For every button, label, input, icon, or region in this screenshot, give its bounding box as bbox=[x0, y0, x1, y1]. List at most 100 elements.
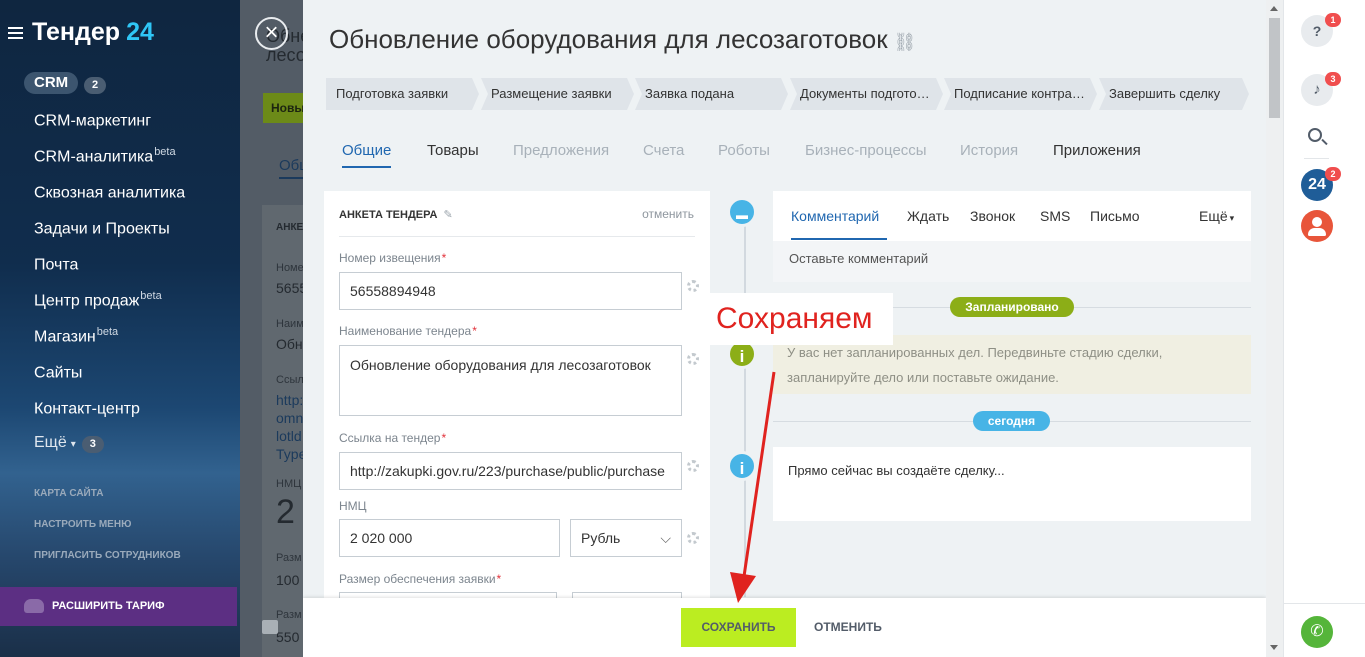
scroll-down-icon[interactable] bbox=[1270, 645, 1278, 650]
tab-quotes[interactable]: Предложения bbox=[513, 142, 609, 159]
currency-select[interactable]: Рубль ⌵ bbox=[570, 519, 682, 557]
planned-badge: Запланировано bbox=[950, 297, 1074, 317]
bg-row: НМЦ bbox=[276, 478, 302, 490]
user-avatar[interactable] bbox=[1301, 210, 1333, 242]
annotation-label: Сохраняем bbox=[710, 293, 893, 345]
tab-business-processes[interactable]: Бизнес-процессы bbox=[805, 142, 927, 159]
bg-row: 100 bbox=[276, 572, 300, 588]
bg-row: 5655 bbox=[276, 280, 303, 296]
sidebar-item-contact-center[interactable]: Контакт-центр bbox=[34, 398, 141, 418]
bg-row: Номе bbox=[276, 262, 303, 274]
upgrade-plan-button[interactable]: РАСШИРИТЬ ТАРИФ bbox=[0, 587, 237, 626]
phone-icon: ✆ bbox=[1310, 623, 1324, 640]
stage-placement[interactable]: Размещение заявки bbox=[481, 78, 634, 110]
tab-products[interactable]: Товары bbox=[427, 142, 479, 159]
sidebar-item-shop[interactable]: Магазинbeta bbox=[34, 326, 118, 346]
scrollbar[interactable] bbox=[1266, 0, 1283, 657]
bg-row: omn bbox=[276, 410, 303, 426]
chevron-down-icon: ▾ bbox=[1229, 213, 1235, 223]
configure-menu-link[interactable]: НАСТРОИТЬ МЕНЮ bbox=[34, 519, 131, 530]
bg-row: http: bbox=[276, 392, 303, 408]
deal-title[interactable]: Обновление оборудования для лесозаготово… bbox=[329, 24, 916, 55]
search-icon-handle bbox=[1321, 138, 1328, 146]
tab-history[interactable]: История bbox=[960, 142, 1018, 159]
question-icon: ? bbox=[1312, 23, 1322, 39]
stage-submitted[interactable]: Заявка подана bbox=[635, 78, 788, 110]
close-slider-button[interactable]: × bbox=[255, 17, 288, 50]
search-icon[interactable] bbox=[1308, 128, 1322, 142]
tender-name-field[interactable]: Обновление оборудования для лесозаготово… bbox=[339, 345, 682, 416]
sitemap-link[interactable]: КАРТА САЙТА bbox=[34, 488, 103, 499]
sidebar-item-crm[interactable]: CRM bbox=[24, 72, 79, 94]
link-icon[interactable]: ⛓ bbox=[894, 32, 917, 52]
bg-row: 550 bbox=[276, 629, 300, 645]
notifications-badge: 3 bbox=[1325, 72, 1341, 86]
close-icon: × bbox=[264, 19, 279, 46]
activity-editor: Комментарий Ждать Звонок SMS Письмо Ещё ▾… bbox=[773, 191, 1251, 282]
print-icon[interactable] bbox=[262, 620, 278, 634]
comment-input[interactable]: Оставьте комментарий bbox=[773, 241, 1251, 282]
sidebar-item-crm-marketing[interactable]: CRM-маркетинг bbox=[34, 110, 152, 130]
gear-icon[interactable] bbox=[687, 532, 699, 544]
stage-documents[interactable]: Документы подгото… bbox=[790, 78, 943, 110]
active-tab-underline bbox=[342, 166, 391, 168]
field-label: Ссылка на тендер* bbox=[339, 431, 447, 445]
stage-finish[interactable]: Завершить сделку bbox=[1099, 78, 1249, 110]
pencil-icon[interactable]: ✎ bbox=[443, 209, 452, 221]
stage-contract[interactable]: Подписание контра… bbox=[944, 78, 1097, 110]
gear-icon[interactable] bbox=[687, 353, 699, 365]
sidebar-item-mail[interactable]: Почта bbox=[34, 254, 79, 274]
left-sidebar: Тендер 24 CRM 2 CRM-маркетинг CRM-аналити… bbox=[0, 0, 240, 657]
tab-wait[interactable]: Ждать bbox=[907, 208, 949, 224]
tab-sms[interactable]: SMS bbox=[1040, 208, 1070, 224]
portal-logo[interactable]: Тендер 24 bbox=[8, 18, 154, 47]
stage-preparation[interactable]: Подготовка заявки bbox=[326, 78, 479, 110]
user-icon bbox=[1312, 217, 1322, 227]
sidebar-item-more[interactable]: Ещё ▾ 3 bbox=[34, 434, 104, 453]
nmc-amount-field[interactable]: 2 020 000 bbox=[339, 519, 560, 557]
sidebar-item-sites[interactable]: Сайты bbox=[34, 362, 83, 382]
invite-employees-link[interactable]: ПРИГЛАСИТЬ СОТРУДНИКОВ bbox=[34, 550, 181, 561]
tab-comment[interactable]: Комментарий bbox=[791, 208, 879, 224]
tab-call[interactable]: Звонок bbox=[970, 208, 1015, 224]
tab-robots[interactable]: Роботы bbox=[718, 142, 770, 159]
divider bbox=[1304, 158, 1329, 159]
sidebar-item-end-to-end-analytics[interactable]: Сквозная аналитика bbox=[34, 182, 186, 202]
tab-invoices[interactable]: Счета bbox=[643, 142, 684, 159]
today-badge: сегодня bbox=[973, 411, 1050, 431]
scrollbar-thumb[interactable] bbox=[1269, 18, 1280, 118]
sidebar-item-tasks[interactable]: Задачи и Проекты bbox=[34, 218, 171, 238]
tab-applications[interactable]: Приложения bbox=[1053, 142, 1141, 159]
field-label: Номер извещения* bbox=[339, 251, 447, 265]
planned-text: запланируйте дело или поставьте ожидание… bbox=[787, 370, 1059, 385]
scroll-up-icon[interactable] bbox=[1270, 6, 1278, 11]
bg-card-title: АНКЕ bbox=[276, 222, 303, 233]
notice-number-field[interactable]: 56558894948 bbox=[339, 272, 682, 310]
active-tab-underline bbox=[791, 238, 887, 240]
gear-icon[interactable] bbox=[687, 280, 699, 292]
sidebar-item-sales-center[interactable]: Центр продажbeta bbox=[34, 290, 162, 310]
sidebar-item-crm-analytics[interactable]: CRM-аналитикаbeta bbox=[34, 146, 176, 166]
cancel-button[interactable]: ОТМЕНИТЬ bbox=[814, 608, 882, 647]
gear-icon[interactable] bbox=[687, 460, 699, 472]
help-badge: 1 bbox=[1325, 13, 1341, 27]
timeline-line bbox=[744, 212, 746, 597]
tab-general[interactable]: Общие bbox=[342, 142, 391, 159]
chevron-down-icon: ▾ bbox=[70, 439, 76, 450]
call-button[interactable]: ✆ bbox=[1301, 616, 1333, 648]
tender-form-card: АНКЕТА ТЕНДЕРА ✎ отменить Номер извещения… bbox=[324, 191, 710, 611]
tab-more[interactable]: Ещё ▾ bbox=[1199, 208, 1234, 224]
tab-email[interactable]: Письмо bbox=[1090, 208, 1140, 224]
divider bbox=[339, 236, 695, 237]
bg-row: Ссыл bbox=[276, 374, 303, 386]
bg-tab-underline bbox=[279, 177, 303, 179]
comment-icon: ▬ bbox=[727, 197, 757, 227]
menu-burger-icon[interactable] bbox=[8, 24, 23, 42]
save-button[interactable]: СОХРАНИТЬ bbox=[681, 608, 796, 647]
crown-icon bbox=[24, 599, 44, 614]
crm-counter: 2 bbox=[84, 75, 106, 94]
tender-link-field[interactable]: http://zakupki.gov.ru/223/purchase/publi… bbox=[339, 452, 682, 490]
divider bbox=[1284, 603, 1365, 604]
card-cancel-link[interactable]: отменить bbox=[642, 207, 694, 221]
bg-card: АНКЕ Номе 5655 Наим Обн Ссыл http: omn l… bbox=[262, 205, 303, 657]
